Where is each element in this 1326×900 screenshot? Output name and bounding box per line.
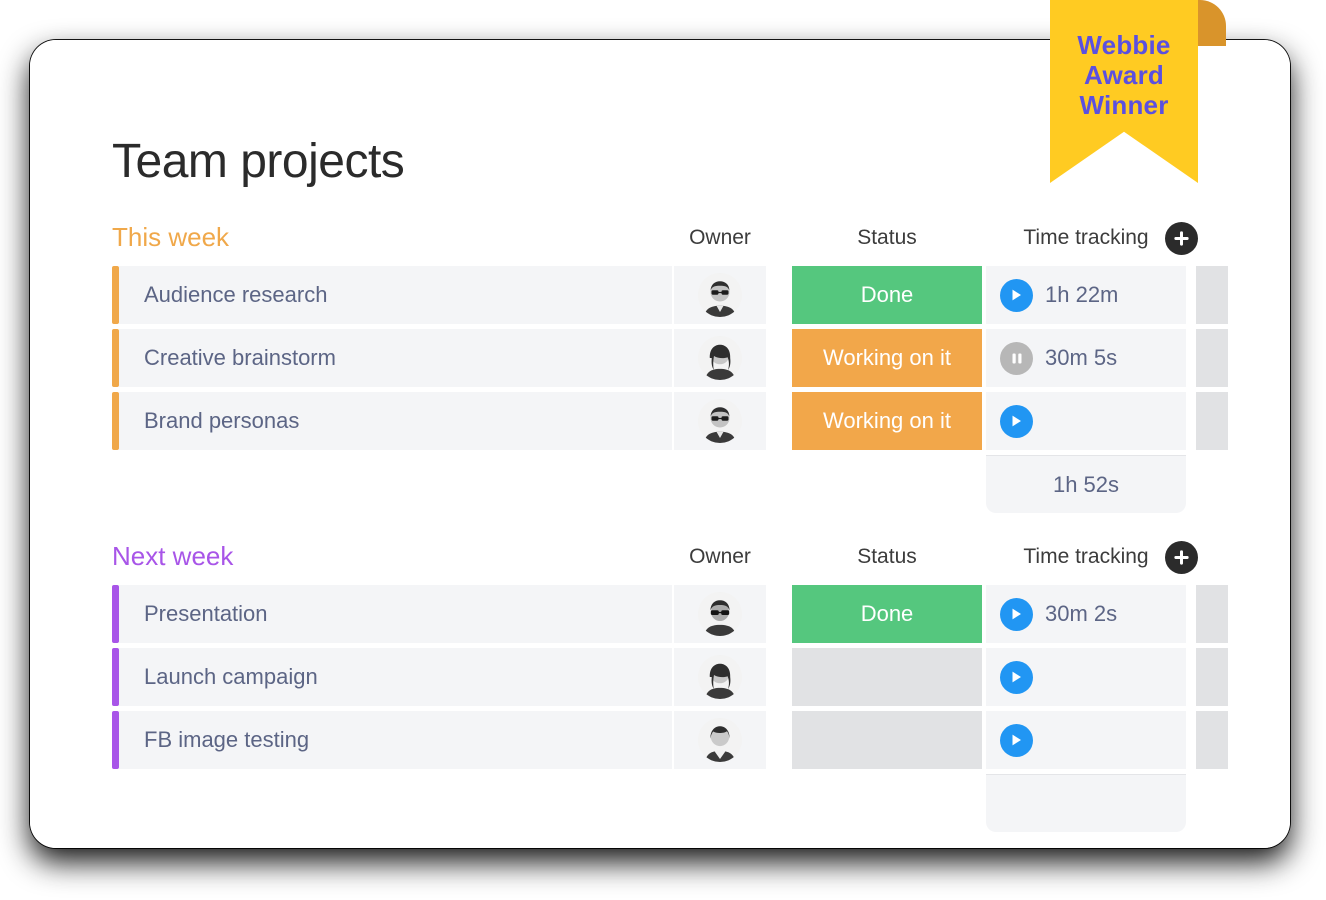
column-header-status[interactable]: Status <box>792 545 982 569</box>
extra-column-cell[interactable] <box>1196 266 1228 324</box>
time-tracking-cell[interactable]: 30m 5s <box>986 329 1186 387</box>
avatar[interactable] <box>698 399 742 443</box>
column-header-time[interactable]: Time tracking <box>986 545 1186 569</box>
table-row[interactable]: Brand personas Working on it <box>112 392 1228 455</box>
owner-cell[interactable] <box>674 329 766 387</box>
group-title[interactable]: Next week <box>112 541 233 571</box>
time-tracking-cell[interactable]: 1h 22m <box>986 266 1186 324</box>
task-name[interactable]: Creative brainstorm <box>119 329 672 387</box>
owner-cell[interactable] <box>674 711 766 769</box>
row-color-bar <box>112 392 119 450</box>
ribbon-line-3: Winner <box>1079 90 1169 120</box>
extra-column-cell[interactable] <box>1196 648 1228 706</box>
time-tracking-cell[interactable]: 30m 2s <box>986 585 1186 643</box>
time-tracking-cell[interactable] <box>986 648 1186 706</box>
ribbon-line-2: Award <box>1084 60 1164 90</box>
time-value: 30m 2s <box>1045 601 1118 626</box>
group-header: Next week Owner Status Time tracking <box>112 541 1212 585</box>
group-title[interactable]: This week <box>112 222 229 252</box>
status-badge[interactable]: Working on it <box>792 329 982 387</box>
avatar[interactable] <box>698 655 742 699</box>
row-color-bar <box>112 711 119 769</box>
time-tracking-summary: 1h 52s <box>986 455 1186 513</box>
avatar[interactable] <box>698 273 742 317</box>
time-tracking-cell[interactable] <box>986 392 1186 450</box>
column-header-owner[interactable]: Owner <box>674 226 766 250</box>
avatar[interactable] <box>698 718 742 762</box>
add-column-plus-icon[interactable] <box>1165 541 1198 574</box>
time-tracking-summary <box>986 774 1186 832</box>
avatar[interactable] <box>698 336 742 380</box>
task-name[interactable]: Launch campaign <box>119 648 672 706</box>
extra-column-cell[interactable] <box>1196 711 1228 769</box>
table-row[interactable]: Audience research Done 1h 22m <box>112 266 1228 329</box>
status-badge[interactable] <box>792 711 982 769</box>
time-tracking-cell[interactable] <box>986 711 1186 769</box>
task-name[interactable]: Brand personas <box>119 392 672 450</box>
add-column-plus-icon[interactable] <box>1165 222 1198 255</box>
extra-column-cell[interactable] <box>1196 585 1228 643</box>
owner-cell[interactable] <box>674 392 766 450</box>
group-next-week: Next week Owner Status Time tracking Present… <box>112 541 1228 832</box>
pause-icon[interactable] <box>1000 341 1033 375</box>
status-badge[interactable] <box>792 648 982 706</box>
extra-column-cell[interactable] <box>1196 329 1228 387</box>
play-icon[interactable] <box>1000 660 1033 694</box>
column-header-status[interactable]: Status <box>792 226 982 250</box>
task-name[interactable]: FB image testing <box>119 711 672 769</box>
owner-cell[interactable] <box>674 648 766 706</box>
group-header: This week Owner Status Time tracking <box>112 222 1212 266</box>
owner-cell[interactable] <box>674 585 766 643</box>
table-row[interactable]: FB image testing <box>112 711 1228 774</box>
status-badge[interactable]: Working on it <box>792 392 982 450</box>
row-color-bar <box>112 585 119 643</box>
extra-column-cell[interactable] <box>1196 392 1228 450</box>
table-row[interactable]: Presentation Done 30m 2s <box>112 585 1228 648</box>
play-icon[interactable] <box>1000 723 1033 757</box>
status-badge[interactable]: Done <box>792 266 982 324</box>
ribbon-text: Webbie Award Winner <box>1050 30 1198 120</box>
task-name[interactable]: Presentation <box>119 585 672 643</box>
column-header-owner[interactable]: Owner <box>674 545 766 569</box>
page-title: Team projects <box>112 135 405 189</box>
play-icon[interactable] <box>1000 404 1033 438</box>
table-row[interactable]: Launch campaign <box>112 648 1228 711</box>
group-this-week: This week Owner Status Time tracking Audienc… <box>112 222 1228 513</box>
play-icon[interactable] <box>1000 597 1033 631</box>
column-header-time[interactable]: Time tracking <box>986 226 1186 250</box>
owner-cell[interactable] <box>674 266 766 324</box>
avatar[interactable] <box>698 592 742 636</box>
row-color-bar <box>112 648 119 706</box>
task-name[interactable]: Audience research <box>119 266 672 324</box>
play-icon[interactable] <box>1000 278 1033 312</box>
time-value: 30m 5s <box>1045 345 1118 370</box>
status-badge[interactable]: Done <box>792 585 982 643</box>
award-ribbon: Webbie Award Winner <box>1018 0 1226 190</box>
time-value: 1h 22m <box>1045 282 1119 307</box>
table-row[interactable]: Creative brainstorm Working on it 30m 5s <box>112 329 1228 392</box>
ribbon-line-1: Webbie <box>1077 30 1171 60</box>
row-color-bar <box>112 329 119 387</box>
row-color-bar <box>112 266 119 324</box>
